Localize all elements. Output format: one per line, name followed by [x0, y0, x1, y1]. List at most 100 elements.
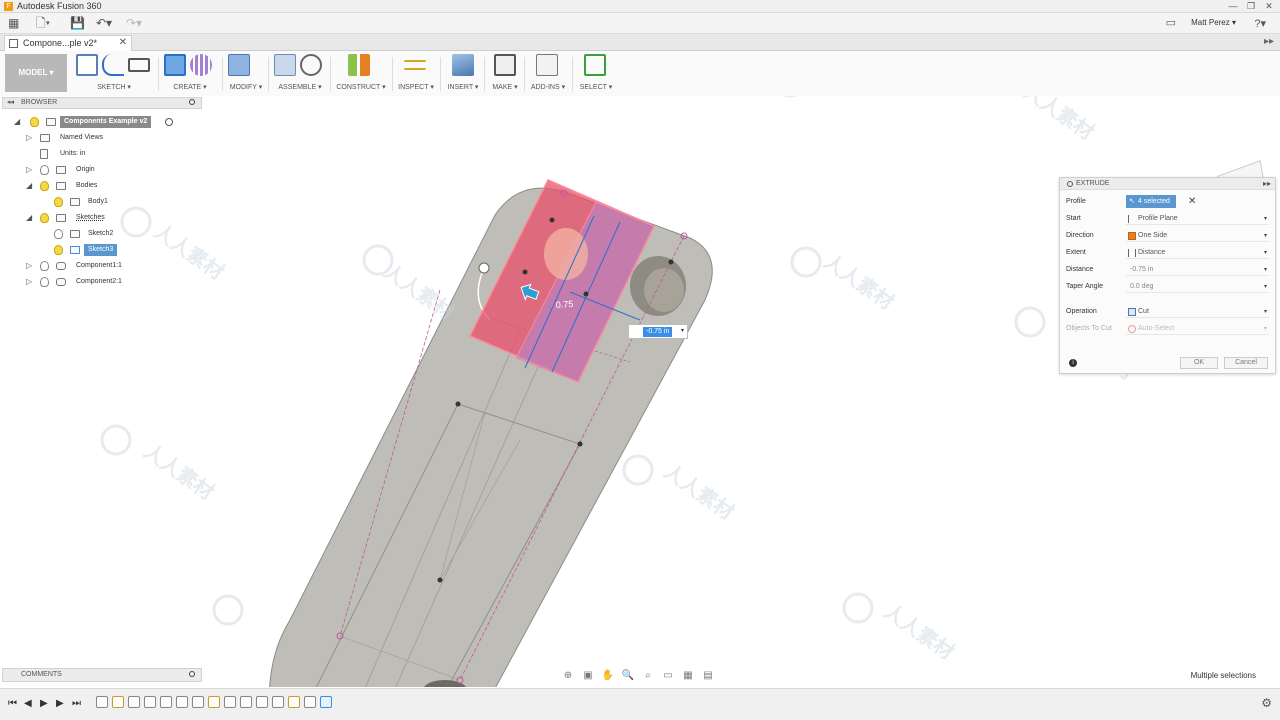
- distance-input-overlay[interactable]: -0.75 in ▾: [628, 324, 688, 339]
- tree-item-sketch3[interactable]: Sketch3: [42, 244, 192, 256]
- look-at-icon[interactable]: ▣: [580, 670, 596, 682]
- tree-item-component2[interactable]: ▷ Component2:1: [26, 276, 196, 288]
- tree-item-origin[interactable]: ▷ Origin: [26, 164, 196, 176]
- measure-icon[interactable]: [404, 60, 426, 70]
- comments-panel[interactable]: COMMENTS: [2, 668, 202, 682]
- gear-icon[interactable]: ⚙: [1261, 696, 1272, 710]
- orbit-icon[interactable]: ⊕: [560, 670, 576, 682]
- modify-group[interactable]: MODIFY ▾: [228, 54, 264, 94]
- joint-icon[interactable]: [300, 54, 322, 76]
- ok-button[interactable]: OK: [1180, 357, 1218, 369]
- create-sketch-icon[interactable]: [76, 54, 98, 76]
- extent-select[interactable]: Distance ▾: [1126, 247, 1269, 259]
- collapse-browser-icon[interactable]: ◂◂: [7, 98, 14, 108]
- expand-arrow-icon[interactable]: ▷: [26, 164, 32, 176]
- timeline-feature[interactable]: [272, 696, 284, 708]
- browser-header[interactable]: ◂◂ BROWSER: [2, 97, 202, 109]
- timeline-feature[interactable]: [96, 696, 108, 708]
- info-icon[interactable]: i: [1069, 359, 1077, 367]
- expand-arrow-icon[interactable]: ◢: [26, 212, 32, 224]
- addins-group[interactable]: ADD-INS ▾: [530, 54, 566, 94]
- go-to-end-icon[interactable]: ⏭: [72, 698, 81, 709]
- display-settings-icon[interactable]: ▭: [660, 670, 676, 682]
- expand-arrow-icon[interactable]: ▷: [26, 276, 32, 288]
- expand-arrow-icon[interactable]: ▷: [26, 260, 32, 272]
- step-forward-icon[interactable]: ▶: [56, 698, 64, 709]
- timeline-feature[interactable]: [128, 696, 140, 708]
- offset-plane-icon[interactable]: [348, 54, 370, 76]
- visibility-bulb-icon[interactable]: [40, 213, 49, 223]
- workspace-switcher[interactable]: MODEL ▾: [5, 54, 67, 92]
- expand-arrow-icon[interactable]: ◢: [26, 180, 32, 192]
- messages-icon[interactable]: ▭: [1166, 16, 1176, 29]
- timeline-current-marker[interactable]: [320, 696, 332, 708]
- extrude-dialog-header[interactable]: EXTRUDE ▸▸: [1060, 178, 1275, 190]
- operation-select[interactable]: Cut ▾: [1126, 306, 1269, 318]
- document-tab[interactable]: Compone...ple v2* ✕: [4, 35, 132, 51]
- timeline-feature[interactable]: [256, 696, 268, 708]
- timeline-feature[interactable]: [304, 696, 316, 708]
- timeline-feature[interactable]: [176, 696, 188, 708]
- file-menu-icon[interactable]: 🗋▾: [36, 16, 50, 31]
- help-menu[interactable]: ?▾: [1254, 17, 1266, 30]
- construct-group[interactable]: CONSTRUCT ▾: [336, 54, 386, 94]
- form-icon[interactable]: [190, 54, 212, 76]
- expand-arrow-icon[interactable]: ◢: [14, 116, 20, 128]
- taper-angle-field[interactable]: 0.0 deg ▾: [1126, 281, 1269, 293]
- visibility-bulb-icon[interactable]: [54, 197, 63, 207]
- close-tab-icon[interactable]: ✕: [119, 36, 127, 50]
- create-group[interactable]: CREATE ▾: [164, 54, 216, 94]
- close-icon[interactable]: ✕: [1262, 1, 1276, 11]
- visibility-bulb-icon[interactable]: [40, 165, 49, 175]
- chevron-down-icon[interactable]: ▾: [1264, 230, 1267, 242]
- chevron-down-icon[interactable]: ▾: [1264, 323, 1267, 335]
- chevron-down-icon[interactable]: ▾: [1264, 281, 1267, 293]
- visibility-bulb-icon[interactable]: [40, 261, 49, 271]
- visibility-bulb-icon[interactable]: [30, 117, 39, 127]
- cancel-button[interactable]: Cancel: [1224, 357, 1268, 369]
- tree-item-named-views[interactable]: ▷ Named Views: [26, 132, 196, 144]
- clear-selection-icon[interactable]: ✕: [1188, 195, 1196, 208]
- new-component-icon[interactable]: [274, 54, 296, 76]
- timeline-feature[interactable]: [160, 696, 172, 708]
- 3d-print-icon[interactable]: [494, 54, 516, 76]
- objects-to-cut-select[interactable]: Auto-Select ▾: [1126, 323, 1269, 335]
- tree-item-component1[interactable]: ▷ Component1:1: [26, 260, 196, 272]
- chevron-down-icon[interactable]: ▾: [681, 327, 684, 334]
- step-back-icon[interactable]: ◀: [24, 698, 32, 709]
- play-icon[interactable]: ▶: [40, 698, 48, 709]
- tree-item-sketch2[interactable]: Sketch2: [42, 228, 192, 240]
- pin-icon[interactable]: [189, 671, 195, 677]
- go-to-start-icon[interactable]: ⏮: [8, 698, 17, 709]
- tree-item-root[interactable]: ◢ Components Example v2: [14, 116, 204, 128]
- chevron-down-icon[interactable]: ▾: [1264, 264, 1267, 276]
- distance-field[interactable]: -0.75 in ▾: [1126, 264, 1269, 276]
- user-menu[interactable]: Matt Perez ▾: [1191, 18, 1236, 27]
- taper-angle-value[interactable]: 0.0 deg: [1130, 283, 1153, 290]
- timeline-feature[interactable]: [224, 696, 236, 708]
- make-group[interactable]: MAKE ▾: [490, 54, 520, 94]
- tree-item-body1[interactable]: Body1: [42, 196, 192, 208]
- visibility-bulb-icon[interactable]: [40, 277, 49, 287]
- fit-icon[interactable]: ⌕: [640, 670, 656, 682]
- insert-image-icon[interactable]: [452, 54, 474, 76]
- timeline-sketch[interactable]: [112, 696, 124, 708]
- tree-item-units[interactable]: Units: in: [26, 148, 196, 160]
- expand-arrow-icon[interactable]: ▷: [26, 132, 32, 144]
- save-icon[interactable]: 💾: [70, 16, 85, 31]
- sketch-group[interactable]: SKETCH ▾: [76, 54, 152, 94]
- pan-icon[interactable]: ✋: [600, 670, 616, 682]
- timeline-feature[interactable]: [240, 696, 252, 708]
- timeline-feature[interactable]: [144, 696, 156, 708]
- minimize-icon[interactable]: —: [1226, 1, 1240, 11]
- distance-input-value[interactable]: -0.75 in: [643, 327, 673, 337]
- press-pull-icon[interactable]: [228, 54, 250, 76]
- inspect-group[interactable]: INSPECT ▾: [398, 54, 434, 94]
- chevron-down-icon[interactable]: ▾: [1264, 213, 1267, 225]
- chevron-down-icon[interactable]: ▾: [1264, 247, 1267, 259]
- start-select[interactable]: Profile Plane ▾: [1126, 213, 1269, 225]
- select-group[interactable]: SELECT ▾: [578, 54, 614, 94]
- redo-icon[interactable]: ↷▾: [126, 16, 142, 31]
- direction-select[interactable]: One Side ▾: [1126, 230, 1269, 242]
- rectangle-icon[interactable]: [128, 58, 150, 72]
